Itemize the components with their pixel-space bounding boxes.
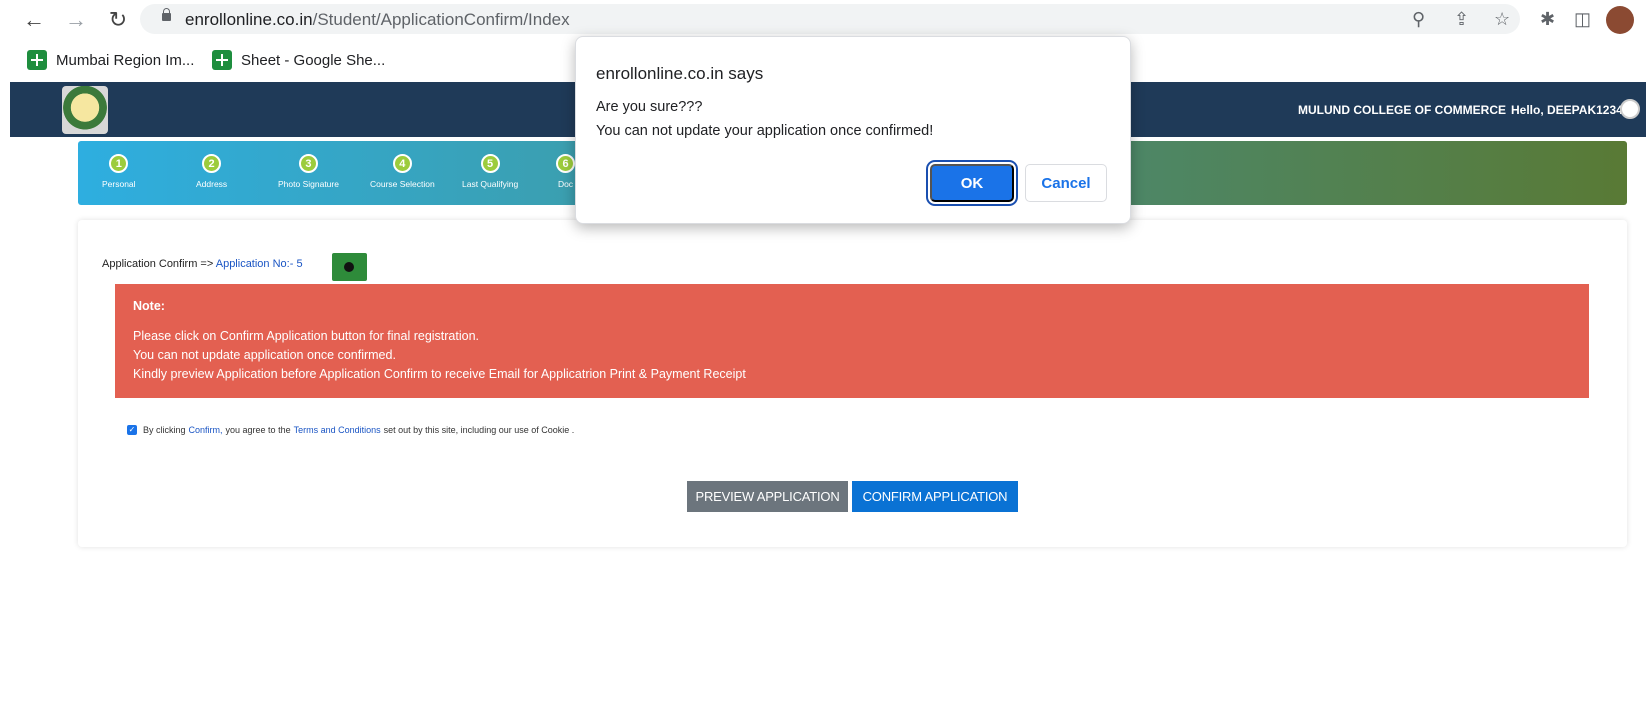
step-number: 2 bbox=[202, 154, 222, 173]
agree-text: set out by this site, including our use … bbox=[383, 425, 575, 435]
step-label: Doc bbox=[557, 179, 574, 189]
note-line: Please click on Confirm Application butt… bbox=[133, 329, 480, 343]
step-photo-signature[interactable]: 3 Photo Signature bbox=[278, 154, 339, 189]
user-greeting[interactable]: Hello, DEEPAK1234 bbox=[1511, 103, 1623, 117]
user-icon[interactable] bbox=[1620, 99, 1640, 119]
url-text: enrollonline.co.in/Student/ApplicationCo… bbox=[185, 10, 570, 29]
extensions-icon[interactable]: ✱ bbox=[1540, 9, 1555, 30]
share-icon[interactable]: ⇪ bbox=[1454, 9, 1469, 30]
browser-toolbar: ← → ↻ enrollonline.co.in/Student/Applica… bbox=[0, 0, 1646, 40]
step-last-qualifying[interactable]: 5 Last Qualifying bbox=[462, 154, 518, 189]
college-name: MULUND COLLEGE OF COMMERCE bbox=[1298, 103, 1506, 117]
zoom-icon[interactable]: ⚲ bbox=[1412, 9, 1425, 30]
ok-button[interactable]: OK bbox=[930, 164, 1014, 202]
college-logo[interactable] bbox=[62, 86, 108, 134]
refresh-button[interactable] bbox=[332, 253, 367, 281]
confirm-link[interactable]: Confirm, bbox=[189, 425, 223, 435]
step-label: Personal bbox=[102, 179, 136, 189]
step-number: 1 bbox=[109, 154, 129, 173]
step-address[interactable]: 2 Address bbox=[196, 154, 227, 189]
bookmark-item[interactable]: Sheet - Google She... bbox=[212, 50, 385, 70]
confirm-application-button[interactable]: CONFIRM APPLICATION bbox=[852, 481, 1018, 512]
agree-text: By clicking bbox=[143, 425, 186, 435]
side-panel-icon[interactable]: ◫ bbox=[1574, 9, 1591, 30]
step-number: 6 bbox=[556, 154, 575, 173]
note-line: Kindly preview Application before Applic… bbox=[133, 367, 746, 381]
breadcrumb-label: Application Confirm => bbox=[102, 258, 214, 270]
note-line: You can not update application once conf… bbox=[133, 348, 396, 362]
terms-checkbox[interactable]: ✓ bbox=[127, 425, 137, 435]
step-label: Last Qualifying bbox=[462, 179, 519, 189]
google-sheets-icon bbox=[27, 50, 47, 70]
step-label: Address bbox=[196, 179, 228, 189]
bookmark-star-icon[interactable]: ☆ bbox=[1494, 9, 1510, 30]
step-documents[interactable]: 6 Doc bbox=[556, 154, 575, 189]
application-number: Application No:- 5 bbox=[215, 258, 303, 270]
bookmark-item[interactable]: Mumbai Region Im... bbox=[27, 50, 194, 70]
breadcrumb: Application Confirm => Application No:- … bbox=[102, 258, 303, 270]
step-personal[interactable]: 1 Personal bbox=[102, 154, 136, 189]
agree-text: you agree to the bbox=[225, 425, 291, 435]
terms-link[interactable]: Terms and Conditions bbox=[294, 425, 381, 435]
step-course-selection[interactable]: 4 Course Selection bbox=[370, 154, 435, 189]
step-number: 4 bbox=[392, 154, 412, 173]
preview-application-button[interactable]: PREVIEW APPLICATION bbox=[687, 481, 848, 512]
bookmark-label: Mumbai Region Im... bbox=[56, 51, 195, 69]
terms-agreement: ✓ By clicking Confirm, you agree to the … bbox=[127, 425, 574, 435]
step-label: Course Selection bbox=[370, 179, 435, 189]
step-number: 5 bbox=[480, 154, 500, 173]
address-bar[interactable]: enrollonline.co.in/Student/ApplicationCo… bbox=[140, 4, 1520, 34]
note-title: Note: bbox=[133, 299, 165, 313]
note-alert: Note: Please click on Confirm Applicatio… bbox=[115, 284, 1589, 398]
dialog-message: Are you sure??? bbox=[596, 99, 703, 115]
dialog-title: enrollonline.co.in says bbox=[596, 64, 764, 83]
bookmark-label: Sheet - Google She... bbox=[241, 51, 386, 69]
step-label: Photo Signature bbox=[278, 179, 339, 189]
reload-icon[interactable]: ↻ bbox=[104, 6, 132, 34]
back-icon[interactable]: ← bbox=[20, 6, 48, 34]
dialog-message: You can not update your application once… bbox=[596, 123, 934, 139]
confirm-dialog: enrollonline.co.in says Are you sure??? … bbox=[575, 36, 1131, 224]
step-number: 3 bbox=[298, 154, 318, 173]
google-sheets-icon bbox=[212, 50, 232, 70]
profile-avatar[interactable] bbox=[1606, 6, 1634, 34]
cancel-button[interactable]: Cancel bbox=[1025, 164, 1107, 202]
forward-icon[interactable]: → bbox=[62, 6, 90, 34]
lock-icon bbox=[162, 8, 171, 21]
